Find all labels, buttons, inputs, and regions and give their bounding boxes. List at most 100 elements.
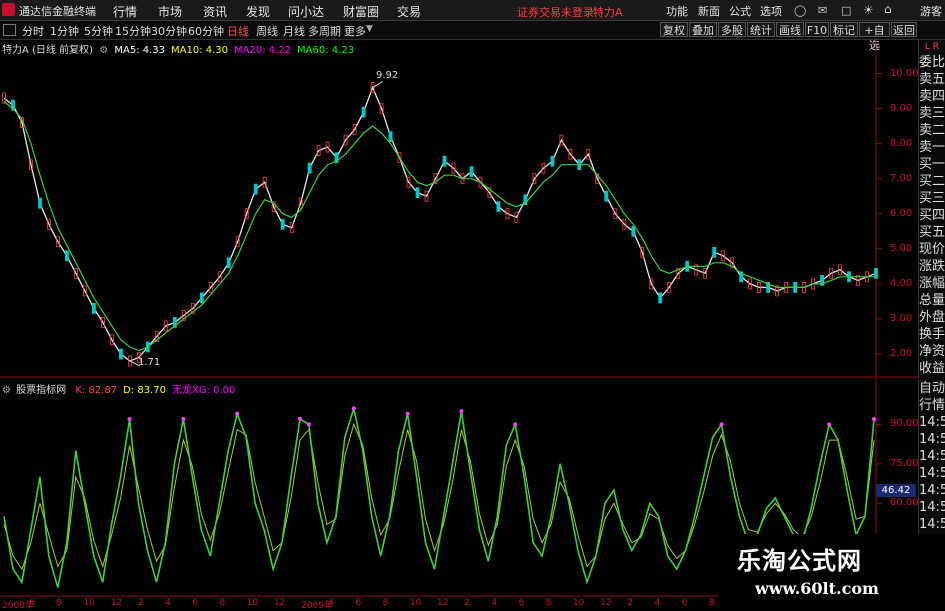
price-axis-label: 10.00 — [890, 67, 919, 79]
time-axis-label: 8 — [219, 598, 226, 608]
signal-dot — [872, 417, 876, 422]
time-axis-label: 8 — [545, 598, 552, 608]
price-axis-label: 9.00 — [890, 102, 913, 114]
candle — [469, 166, 474, 178]
quote-label[interactable]: 涨幅 — [919, 275, 945, 292]
time-axis-label: 8 — [708, 598, 715, 608]
quote-label[interactable]: 卖五 — [919, 71, 945, 88]
signal-dot — [235, 411, 240, 416]
candle — [415, 187, 420, 199]
signal-dot — [719, 422, 724, 427]
tick-label: 14:5 — [919, 517, 945, 532]
time-axis-label: 6 — [518, 598, 525, 608]
time-axis-label: 2 — [627, 598, 634, 608]
candle — [388, 131, 393, 143]
tick-label: 14:5 — [919, 466, 945, 481]
time-axis-label: 6 — [192, 598, 199, 608]
quote-label[interactable]: 换手 — [919, 326, 945, 343]
quote-label[interactable]: 收益 — [919, 360, 945, 377]
time-axis-label: 12 — [600, 598, 612, 608]
time-axis-label: 4 — [491, 598, 498, 608]
price-axis-label: 2.00 — [890, 347, 913, 359]
time-axis-label: 8 — [56, 598, 63, 608]
quote-label[interactable]: 现价 — [919, 241, 945, 258]
crosshair-value-box: 46.42 — [876, 484, 916, 497]
signal-dot — [351, 406, 356, 411]
signal-dot — [127, 417, 132, 422]
time-axis-label: 10 — [572, 598, 585, 608]
chart-canvas[interactable] — [0, 0, 945, 609]
quote-label[interactable]: 卖一 — [919, 139, 945, 156]
signal-dot — [513, 422, 518, 427]
tick-label: 14:5 — [919, 415, 945, 430]
time-axis-label: 12 — [437, 598, 449, 608]
quote-label[interactable]: 涨跌 — [919, 258, 945, 275]
quote-label[interactable]: 卖三 — [919, 105, 945, 122]
time-axis-label: 8 — [382, 598, 389, 608]
tick-label: 14:5 — [919, 449, 945, 464]
signal-dot — [181, 417, 186, 422]
signal-dot — [405, 411, 410, 416]
price-axis-label: 4.00 — [890, 277, 913, 289]
candle — [92, 302, 96, 314]
indicator-axis-label: 90.00 — [890, 418, 919, 430]
tick-label: 自动 — [919, 381, 945, 396]
time-axis-label: 10 — [409, 598, 422, 608]
quote-label[interactable]: 买三 — [919, 190, 945, 207]
quote-label[interactable]: 卖四 — [919, 88, 945, 105]
tick-label: 14:5 — [919, 483, 945, 498]
time-axis-label: 10 — [246, 598, 259, 608]
watermark-url: www.60lt.com — [755, 579, 879, 598]
candle — [253, 183, 258, 195]
candle — [226, 257, 231, 269]
price-axis-label: 5.00 — [890, 242, 913, 254]
candle — [658, 292, 663, 304]
time-axis-label: 4 — [165, 598, 171, 608]
time-axis-label: 12 — [110, 598, 123, 608]
time-axis-label: 2 — [464, 598, 470, 608]
price-axis-label: 8.00 — [890, 137, 913, 149]
price-axis-label: 7.00 — [890, 172, 913, 184]
quote-label[interactable]: 总量 — [919, 292, 945, 309]
candle — [65, 250, 69, 262]
quote-label[interactable]: 买二 — [919, 173, 945, 190]
tick-label: 14:5 — [919, 432, 945, 447]
indicator-legend-0: K: 82.87 — [75, 385, 118, 396]
tick-label: 14:5 — [919, 500, 945, 515]
candle — [307, 162, 312, 174]
indicator-axis-label: 75.00 — [890, 457, 919, 469]
tick-panel: 自动行情 14:5 14:5 14:5 14:5 14:5 14:5 14:5 — [918, 380, 945, 560]
time-axis-label: 10 — [83, 598, 96, 608]
price-axis-label: 6.00 — [890, 207, 913, 219]
indicator-legend-1: D: 83.70 — [123, 385, 166, 396]
price-axis-label: 3.00 — [890, 312, 913, 324]
candle — [119, 348, 123, 360]
quote-label[interactable]: 卖二 — [919, 122, 945, 139]
candle — [604, 190, 609, 202]
time-axis-label: 2 — [137, 598, 144, 608]
candle — [442, 155, 447, 167]
candle — [631, 225, 636, 237]
indicator-legend: ⚙ 股票指标网 K: 82.87 D: 83.70 无龙XG: 0.00 — [2, 381, 235, 396]
price-line — [3, 85, 877, 362]
time-axis-label: 6 — [29, 598, 35, 608]
candle — [496, 201, 501, 213]
signal-dot — [306, 422, 311, 427]
quote-label[interactable]: 买一 — [919, 156, 945, 173]
watermark-title: 乐淘公式网 — [737, 547, 862, 575]
quote-label[interactable]: 净资 — [919, 343, 945, 360]
time-axis-label: 4 — [328, 598, 334, 608]
quote-label[interactable]: 买五 — [919, 224, 945, 241]
tick-label: 行情 — [919, 398, 945, 413]
indicator-axis-label: 60.00 — [890, 497, 919, 509]
annotation-high: 9.92 — [376, 70, 399, 81]
candle — [38, 197, 42, 209]
panel-header: L R — [924, 42, 940, 52]
annotation-low: 1.71 — [138, 357, 161, 368]
quote-label[interactable]: 外盘 — [919, 309, 945, 326]
time-axis-label: 4 — [654, 598, 661, 608]
settings-icon[interactable]: ⚙ — [2, 385, 11, 396]
quote-label[interactable]: 委比 — [919, 54, 945, 71]
signal-dot — [297, 417, 302, 422]
quote-label[interactable]: 买四 — [919, 207, 945, 224]
